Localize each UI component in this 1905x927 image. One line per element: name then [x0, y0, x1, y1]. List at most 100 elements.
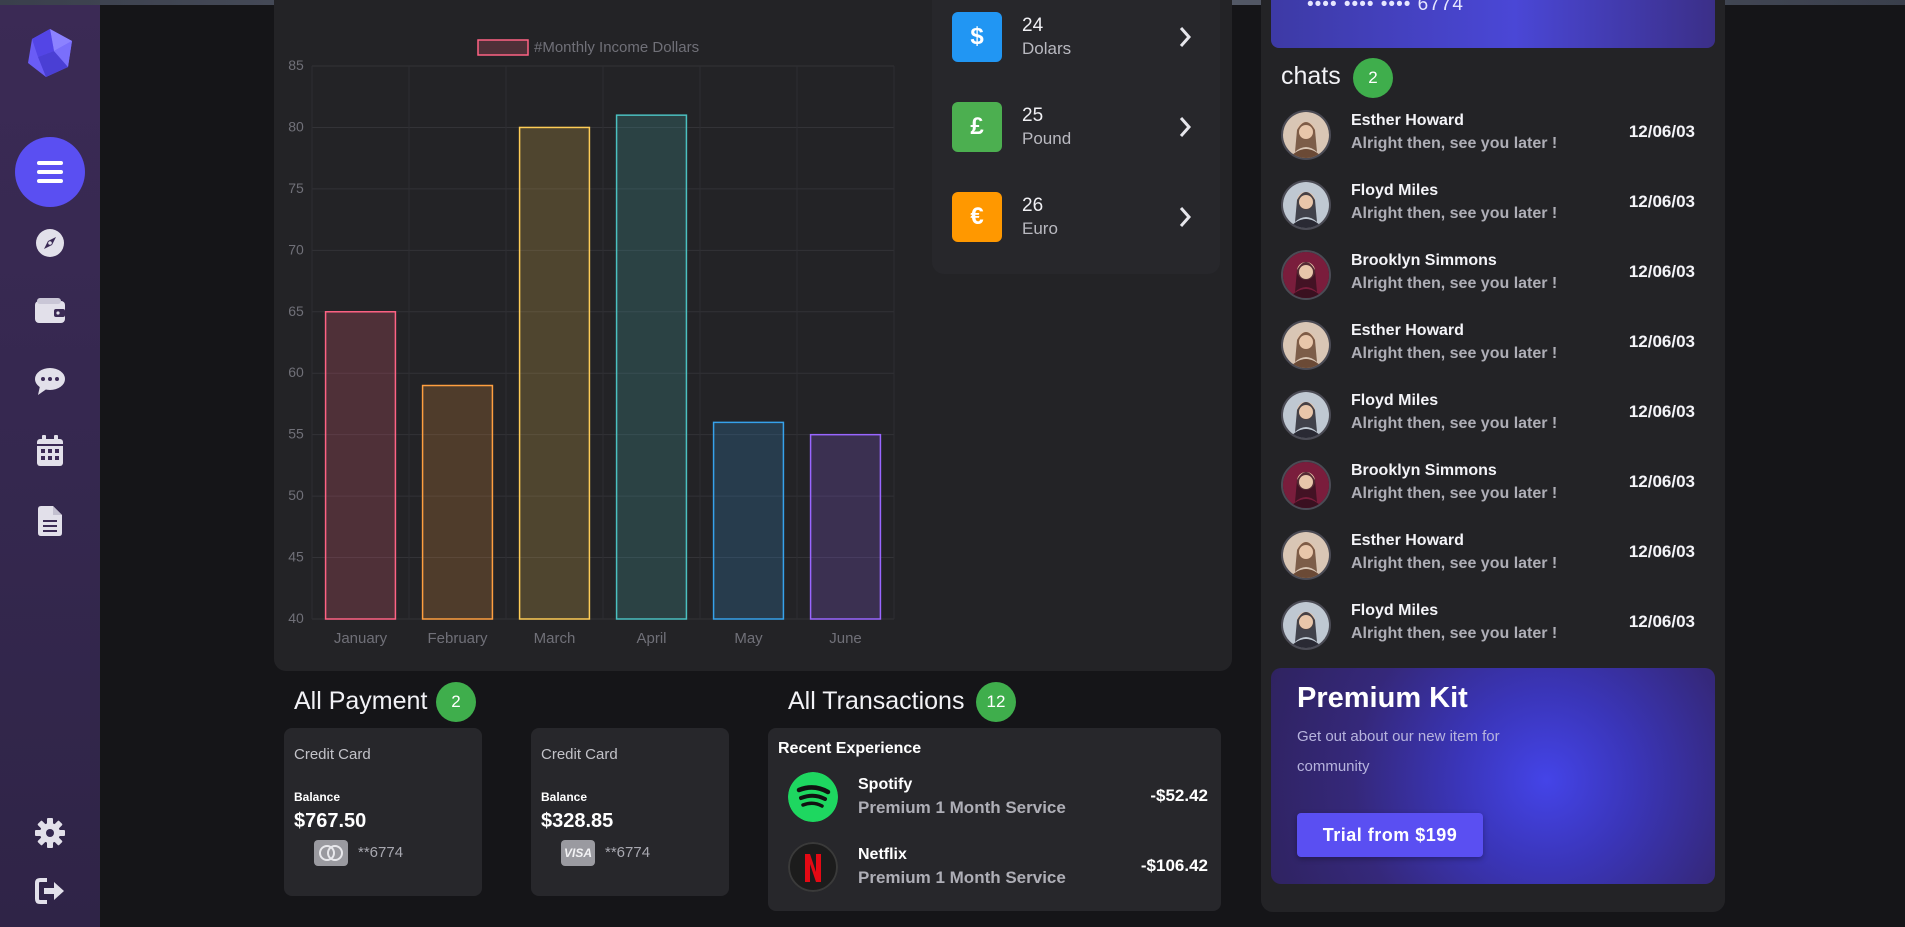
transaction-amount: -$52.42: [1150, 786, 1208, 805]
avatar: [1281, 110, 1331, 160]
x-tick-label: April: [636, 630, 666, 647]
currency-number: 26: [1022, 195, 1044, 216]
chat-date: 12/06/03: [1628, 472, 1695, 491]
chat-name: Esther Howard: [1351, 532, 1464, 549]
wallet-icon[interactable]: [34, 295, 66, 327]
y-tick-label: 65: [288, 303, 304, 319]
card-number: **6774: [358, 844, 404, 861]
currency-item-euro[interactable]: € 26 Euro: [952, 192, 1202, 242]
chat-row[interactable]: Floyd Miles Alright then, see you later !…: [1281, 178, 1705, 232]
calendar-icon[interactable]: [34, 435, 66, 467]
menu-button[interactable]: [15, 137, 85, 207]
gear-icon[interactable]: [34, 817, 66, 849]
currency-name: Euro: [1022, 219, 1058, 238]
x-tick-label: January: [334, 630, 388, 647]
transactions-title: All Transactions: [788, 687, 965, 715]
transactions-count-badge: 12: [976, 682, 1016, 722]
bar: [518, 126, 591, 620]
chat-row[interactable]: Floyd Miles Alright then, see you later !…: [1281, 598, 1705, 652]
chat-date: 12/06/03: [1628, 262, 1695, 281]
x-tick-label: March: [534, 630, 576, 647]
avatar: [1281, 460, 1331, 510]
chat-row[interactable]: Esther Howard Alright then, see you later…: [1281, 108, 1705, 162]
netflix-icon: [788, 842, 838, 892]
chat-date: 12/06/03: [1628, 332, 1695, 351]
chevron-right-icon[interactable]: [1178, 205, 1192, 229]
avatar: [1281, 530, 1331, 580]
y-tick-label: 60: [288, 364, 304, 380]
chats-count-badge: 2: [1353, 58, 1393, 98]
chat-date: 12/06/03: [1628, 122, 1695, 141]
x-tick-label: May: [734, 630, 763, 647]
chat-message: Alright then, see you later !: [1351, 415, 1558, 432]
avatar: [1281, 250, 1331, 300]
chat-message: Alright then, see you later !: [1351, 345, 1558, 362]
transaction-row[interactable]: Spotify Premium 1 Month Service -$52.42: [788, 772, 1208, 826]
transaction-name: Netflix: [858, 846, 907, 863]
dollar-icon: $: [952, 12, 1002, 62]
menu-icon: [37, 161, 63, 183]
x-tick-label: June: [829, 630, 862, 647]
chat-message: Alright then, see you later !: [1351, 625, 1558, 642]
chat-message: Alright then, see you later !: [1351, 275, 1558, 292]
legend-label: #Monthly Income Dollars: [534, 39, 699, 56]
y-tick-label: 55: [288, 426, 304, 442]
avatar: [1281, 390, 1331, 440]
payment-card[interactable]: Credit Card Balance $767.50 **6774: [284, 728, 482, 896]
payment-card[interactable]: Credit Card Balance $328.85 VISA **6774: [531, 728, 729, 896]
chat-message: Alright then, see you later !: [1351, 135, 1558, 152]
card-type: Credit Card: [294, 746, 371, 763]
payments-title: All Payment: [294, 687, 428, 715]
mastercard-icon: [314, 840, 348, 866]
bar: [712, 421, 785, 620]
currency-name: Dolars: [1022, 39, 1072, 58]
chat-date: 12/06/03: [1628, 542, 1695, 561]
chat-row[interactable]: Brooklyn Simmons Alright then, see you la…: [1281, 248, 1705, 302]
premium-title: Premium Kit: [1297, 682, 1468, 714]
trial-button[interactable]: Trial from $199: [1297, 813, 1483, 857]
y-tick-label: 85: [288, 57, 304, 73]
y-tick-label: 45: [288, 549, 304, 565]
spotify-icon: [788, 772, 838, 822]
transaction-name: Spotify: [858, 776, 913, 793]
chat-message: Alright then, see you later !: [1351, 205, 1558, 222]
card-type: Credit Card: [541, 746, 618, 763]
y-tick-label: 80: [288, 118, 304, 134]
payments-count-badge: 2: [436, 682, 476, 722]
card-number: **6774: [605, 844, 651, 861]
avatar: [1281, 180, 1331, 230]
chat-row[interactable]: Floyd Miles Alright then, see you later !…: [1281, 388, 1705, 442]
legend-swatch: [477, 39, 529, 56]
compass-icon[interactable]: [34, 227, 66, 259]
chat-row[interactable]: Esther Howard Alright then, see you later…: [1281, 528, 1705, 582]
chat-row[interactable]: Brooklyn Simmons Alright then, see you la…: [1281, 458, 1705, 512]
logo-icon[interactable]: [24, 27, 76, 79]
avatar: [1281, 320, 1331, 370]
logout-icon[interactable]: [34, 875, 66, 907]
transaction-amount: -$106.42: [1140, 856, 1208, 875]
chevron-right-icon[interactable]: [1178, 25, 1192, 49]
currency-item-dollar[interactable]: $ 24 Dolars: [952, 12, 1202, 62]
chats-title: chats: [1281, 62, 1341, 90]
chat-name: Brooklyn Simmons: [1351, 252, 1497, 269]
balance-label: Balance: [294, 790, 341, 804]
card-preview[interactable]: •••• •••• •••• 6774: [1271, 0, 1715, 48]
bar: [324, 311, 397, 620]
currency-item-pound[interactable]: £ 25 Pound: [952, 102, 1202, 152]
currency-name: Pound: [1022, 129, 1072, 148]
avatar: [1281, 600, 1331, 650]
transactions-panel: Recent Experience Spotify Premium 1 Mont…: [768, 728, 1221, 911]
transaction-row[interactable]: Netflix Premium 1 Month Service -$106.42: [788, 842, 1208, 896]
balance-value: $328.85: [541, 810, 614, 832]
visa-icon: VISA: [561, 840, 595, 866]
chat-icon[interactable]: [34, 365, 66, 397]
chat-message: Alright then, see you later !: [1351, 555, 1558, 572]
transaction-description: Premium 1 Month Service: [858, 798, 1066, 817]
bar: [615, 114, 688, 620]
document-icon[interactable]: [36, 505, 64, 537]
chat-date: 12/06/03: [1628, 612, 1695, 631]
chat-row[interactable]: Esther Howard Alright then, see you later…: [1281, 318, 1705, 372]
chat-name: Floyd Miles: [1351, 182, 1439, 199]
chevron-right-icon[interactable]: [1178, 115, 1192, 139]
chat-name: Esther Howard: [1351, 112, 1464, 129]
